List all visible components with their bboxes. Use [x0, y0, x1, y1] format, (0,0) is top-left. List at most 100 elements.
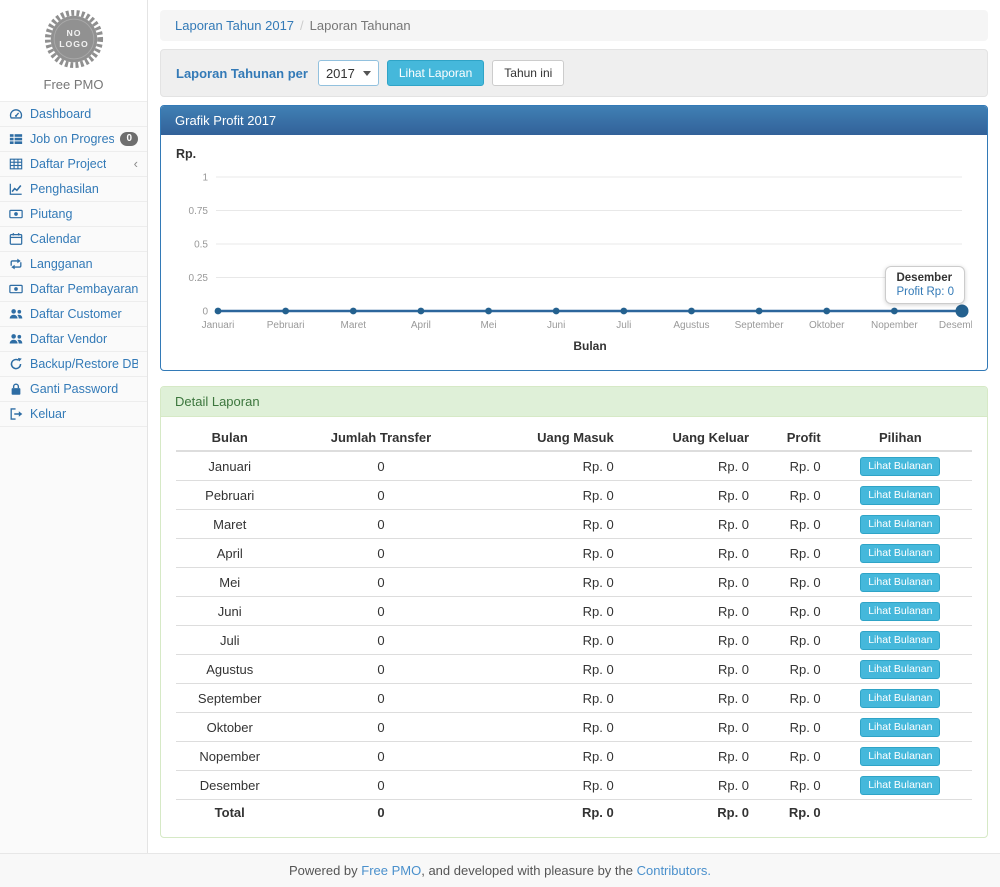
lihat-bulanan-button[interactable]: Lihat Bulanan	[860, 573, 940, 592]
lihat-bulanan-button[interactable]: Lihat Bulanan	[860, 689, 940, 708]
chart-tooltip-title: Desember	[896, 272, 954, 284]
sidebar-item-penghasilan[interactable]: Penghasilan	[0, 177, 147, 201]
lihat-laporan-button[interactable]: Lihat Laporan	[387, 60, 484, 86]
sidebar-item-daftar-project[interactable]: Daftar Project ‹	[0, 152, 147, 176]
sidebar-item-keluar[interactable]: Keluar	[0, 402, 147, 426]
cell-uang-keluar: Rp. 0	[622, 713, 757, 742]
app-logo: NO LOGO Free PMO	[0, 0, 147, 101]
breadcrumb: Laporan Tahun 2017/Laporan Tahunan	[160, 10, 988, 41]
sidebar-item-daftar-customer[interactable]: Daftar Customer	[0, 302, 147, 326]
sidebar-item-dashboard[interactable]: Dashboard	[0, 102, 147, 126]
footer-link-contributors[interactable]: Contributors.	[637, 863, 711, 878]
sidebar-item-langganan[interactable]: Langganan	[0, 252, 147, 276]
total-jumlah-transfer: 0	[283, 800, 478, 826]
col-header-profit: Profit	[757, 425, 829, 451]
cell-profit: Rp. 0	[757, 451, 829, 481]
breadcrumb-active: Laporan Tahunan	[310, 18, 411, 33]
cell-uang-masuk: Rp. 0	[478, 713, 621, 742]
cell-jumlah-transfer: 0	[283, 510, 478, 539]
cell-pilihan: Lihat Bulanan	[829, 539, 972, 568]
cell-uang-masuk: Rp. 0	[478, 481, 621, 510]
sidebar-item-backup-restore-db[interactable]: Backup/Restore DB	[0, 352, 147, 376]
lihat-bulanan-button[interactable]: Lihat Bulanan	[860, 457, 940, 476]
cell-pilihan: Lihat Bulanan	[829, 713, 972, 742]
cell-jumlah-transfer: 0	[283, 684, 478, 713]
chart-y-axis-unit: Rp.	[176, 147, 972, 161]
cell-profit: Rp. 0	[757, 626, 829, 655]
cell-bulan: Juni	[176, 597, 283, 626]
table-row: Nopember 0 Rp. 0 Rp. 0 Rp. 0 Lihat Bulan…	[176, 742, 972, 771]
sidebar-menu-row: Penghasilan	[0, 176, 147, 201]
cell-uang-keluar: Rp. 0	[622, 771, 757, 800]
cell-uang-keluar: Rp. 0	[622, 451, 757, 481]
sidebar-menu-row: Backup/Restore DB	[0, 351, 147, 376]
cell-pilihan: Lihat Bulanan	[829, 481, 972, 510]
sidebar-item-label: Calendar	[30, 232, 81, 246]
retweet-icon	[9, 257, 24, 271]
x-tick-label: Mei	[480, 320, 496, 331]
year-select[interactable]: 2017	[318, 60, 379, 86]
lihat-bulanan-button[interactable]: Lihat Bulanan	[860, 631, 940, 650]
cell-uang-keluar: Rp. 0	[622, 684, 757, 713]
sidebar-menu-row: Calendar	[0, 226, 147, 251]
cell-bulan: Januari	[176, 451, 283, 481]
lihat-bulanan-button[interactable]: Lihat Bulanan	[860, 515, 940, 534]
data-point	[688, 308, 695, 315]
data-point	[823, 308, 830, 315]
cell-profit: Rp. 0	[757, 481, 829, 510]
chart-body: Rp. 00.250.50.751JanuariPebruariMaretApr…	[161, 135, 987, 370]
sidebar-menu-row: Daftar Project ‹	[0, 151, 147, 176]
total-pilihan-empty	[829, 800, 972, 826]
sidebar-item-daftar-vendor[interactable]: Daftar Vendor	[0, 327, 147, 351]
lihat-bulanan-button[interactable]: Lihat Bulanan	[860, 747, 940, 766]
detail-panel-body: Bulan Jumlah Transfer Uang Masuk Uang Ke…	[161, 417, 987, 837]
data-point	[891, 308, 898, 315]
cell-jumlah-transfer: 0	[283, 481, 478, 510]
sidebar-item-daftar-pembayaran[interactable]: Daftar Pembayaran	[0, 277, 147, 301]
cell-profit: Rp. 0	[757, 771, 829, 800]
table-total-row: Total 0 Rp. 0 Rp. 0 Rp. 0	[176, 800, 972, 826]
x-tick-label: Juni	[547, 320, 565, 331]
x-tick-label: September	[735, 320, 785, 331]
cell-pilihan: Lihat Bulanan	[829, 771, 972, 800]
sidebar-item-piutang[interactable]: Piutang	[0, 202, 147, 226]
lihat-bulanan-button[interactable]: Lihat Bulanan	[860, 602, 940, 621]
cell-jumlah-transfer: 0	[283, 655, 478, 684]
sidebar-item-job-on-progress[interactable]: Job on Progress 0	[0, 127, 147, 151]
cell-jumlah-transfer: 0	[283, 568, 478, 597]
profit-chart-panel: Grafik Profit 2017 Rp. 00.250.50.751Janu…	[160, 105, 988, 371]
sidebar: NO LOGO Free PMO Dashboard Job on Progre…	[0, 0, 148, 853]
report-filter-bar: Laporan Tahunan per 2017 Lihat Laporan T…	[160, 49, 988, 97]
sidebar-item-ganti-password[interactable]: Ganti Password	[0, 377, 147, 401]
year-select-value: 2017	[326, 66, 355, 81]
lihat-bulanan-button[interactable]: Lihat Bulanan	[860, 660, 940, 679]
cell-uang-masuk: Rp. 0	[478, 742, 621, 771]
lihat-bulanan-button[interactable]: Lihat Bulanan	[860, 718, 940, 737]
cell-profit: Rp. 0	[757, 597, 829, 626]
calendar-icon	[9, 232, 24, 246]
dashboard-icon	[9, 107, 24, 121]
table-row: Mei 0 Rp. 0 Rp. 0 Rp. 0 Lihat Bulanan	[176, 568, 972, 597]
cell-jumlah-transfer: 0	[283, 771, 478, 800]
sidebar-item-calendar[interactable]: Calendar	[0, 227, 147, 251]
filter-label: Laporan Tahunan per	[176, 66, 308, 81]
cell-profit: Rp. 0	[757, 742, 829, 771]
cell-bulan: Maret	[176, 510, 283, 539]
sidebar-item-label: Daftar Project	[30, 157, 106, 171]
footer-link-free-pmo[interactable]: Free PMO	[361, 863, 421, 878]
sidebar-menu-row: Langganan	[0, 251, 147, 276]
cell-pilihan: Lihat Bulanan	[829, 510, 972, 539]
tahun-ini-button[interactable]: Tahun ini	[492, 60, 564, 86]
lihat-bulanan-button[interactable]: Lihat Bulanan	[860, 544, 940, 563]
lihat-bulanan-button[interactable]: Lihat Bulanan	[860, 776, 940, 795]
data-point	[620, 308, 627, 315]
chart-tooltip: Desember Profit Rp: 0	[885, 266, 965, 304]
cell-uang-keluar: Rp. 0	[622, 597, 757, 626]
col-header-bulan: Bulan	[176, 425, 283, 451]
sidebar-menu-row: Daftar Pembayaran	[0, 276, 147, 301]
y-tick-label: 1	[202, 173, 208, 184]
table-row: April 0 Rp. 0 Rp. 0 Rp. 0 Lihat Bulanan	[176, 539, 972, 568]
lihat-bulanan-button[interactable]: Lihat Bulanan	[860, 486, 940, 505]
x-tick-label: Oktober	[809, 320, 845, 331]
breadcrumb-link-laporan-tahun[interactable]: Laporan Tahun 2017	[175, 18, 294, 33]
